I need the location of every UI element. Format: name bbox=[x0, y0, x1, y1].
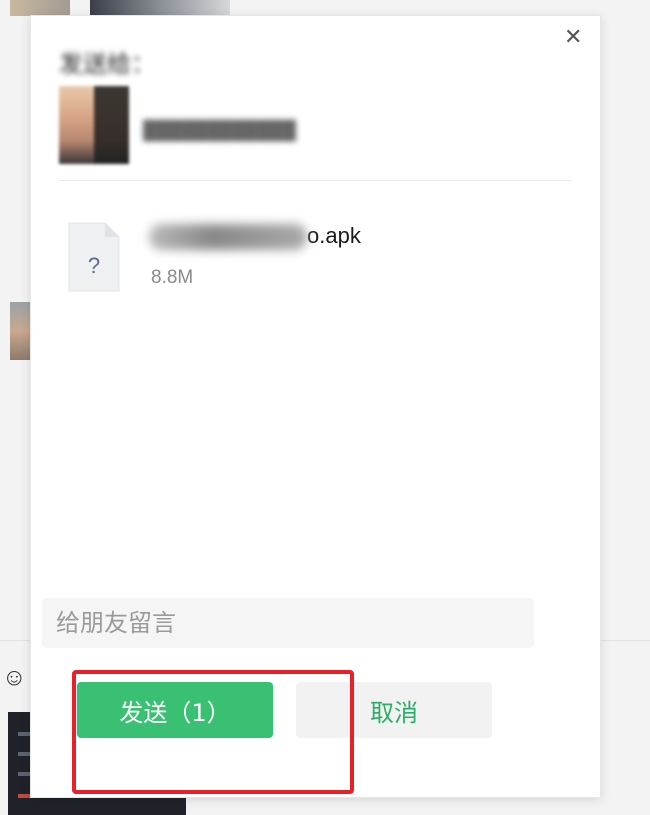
svg-text:?: ? bbox=[88, 253, 100, 278]
file-name-suffix: o.apk bbox=[307, 223, 361, 248]
send-button[interactable]: 发送（1） bbox=[77, 682, 273, 738]
emoji-icon[interactable]: ☺ bbox=[2, 664, 30, 692]
background-avatar bbox=[10, 302, 30, 360]
message-input[interactable] bbox=[42, 598, 534, 648]
recipient-name: ████████████ bbox=[143, 120, 297, 140]
background-image-thumbnail bbox=[10, 0, 70, 16]
file-size: 8.8M bbox=[151, 267, 194, 288]
close-icon[interactable]: ✕ bbox=[564, 26, 582, 48]
redacted-filename bbox=[149, 224, 307, 251]
send-to-label: 发送给： bbox=[59, 51, 155, 78]
unknown-file-icon: ? bbox=[68, 222, 120, 292]
cancel-button[interactable]: 取消 bbox=[296, 682, 492, 738]
background-image-thumbnail bbox=[90, 0, 230, 16]
recipient-avatar bbox=[59, 86, 129, 164]
file-name: o.apk bbox=[149, 223, 361, 251]
divider bbox=[59, 180, 572, 181]
send-file-dialog: ✕ 发送给： ████████████ ? o.apk 8.8M bbox=[30, 15, 601, 798]
